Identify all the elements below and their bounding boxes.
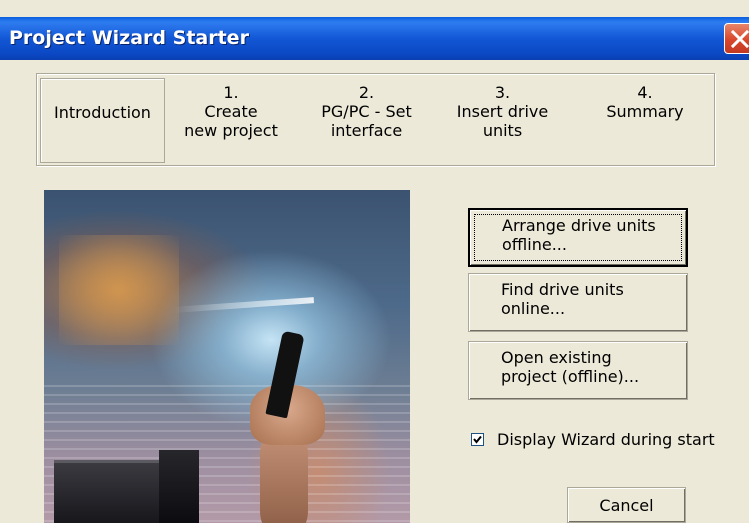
arrange-offline-button[interactable]: Arrange drive units offline... [468,208,688,267]
button-label: Open existing project (offline)... [501,348,640,386]
step-introduction: Introduction [40,78,165,163]
step-number: 1. [223,83,239,102]
close-icon [730,29,749,49]
wizard-illustration [44,190,410,523]
step-summary: 4. Summary [585,78,705,163]
display-wizard-label[interactable]: Display Wizard during start [497,430,715,449]
title-bar[interactable]: Project Wizard Starter [0,17,749,60]
drive-unit-device-side [159,450,199,523]
runner-figure [59,235,179,345]
wizard-window: Project Wizard Starter Introduction 1. Cr… [0,0,749,523]
step-label: Introduction [54,103,151,122]
button-label: Find drive units online... [501,280,624,318]
drive-unit-device [54,460,159,523]
step-label: Summary [606,102,684,121]
button-label: Arrange drive units offline... [502,216,656,254]
display-wizard-checkbox[interactable] [471,433,484,446]
find-online-button[interactable]: Find drive units online... [468,273,688,332]
step-number: 3. [494,83,511,102]
close-button[interactable] [724,23,749,54]
step-label: Insert drive units [456,102,549,140]
button-label: Cancel [599,496,654,515]
step-number: 4. [637,83,653,102]
cancel-button[interactable]: Cancel [567,487,686,523]
wizard-steps: Introduction 1. Create new project 2. PG/P… [36,73,715,166]
light-beam [173,297,315,313]
arm-figure [260,435,308,523]
open-existing-button[interactable]: Open existing project (offline)... [468,341,688,400]
step-label: PG/PC - Set interface [321,102,412,140]
step-label: Create new project [184,102,278,140]
step-number: 2. [358,83,375,102]
step-insert-drive-units: 3. Insert drive units [440,78,565,163]
checkmark-icon [473,435,482,444]
window-title: Project Wizard Starter [9,27,249,49]
step-set-interface: 2. PG/PC - Set interface [299,78,434,163]
step-create-project: 1. Create new project [166,78,296,163]
